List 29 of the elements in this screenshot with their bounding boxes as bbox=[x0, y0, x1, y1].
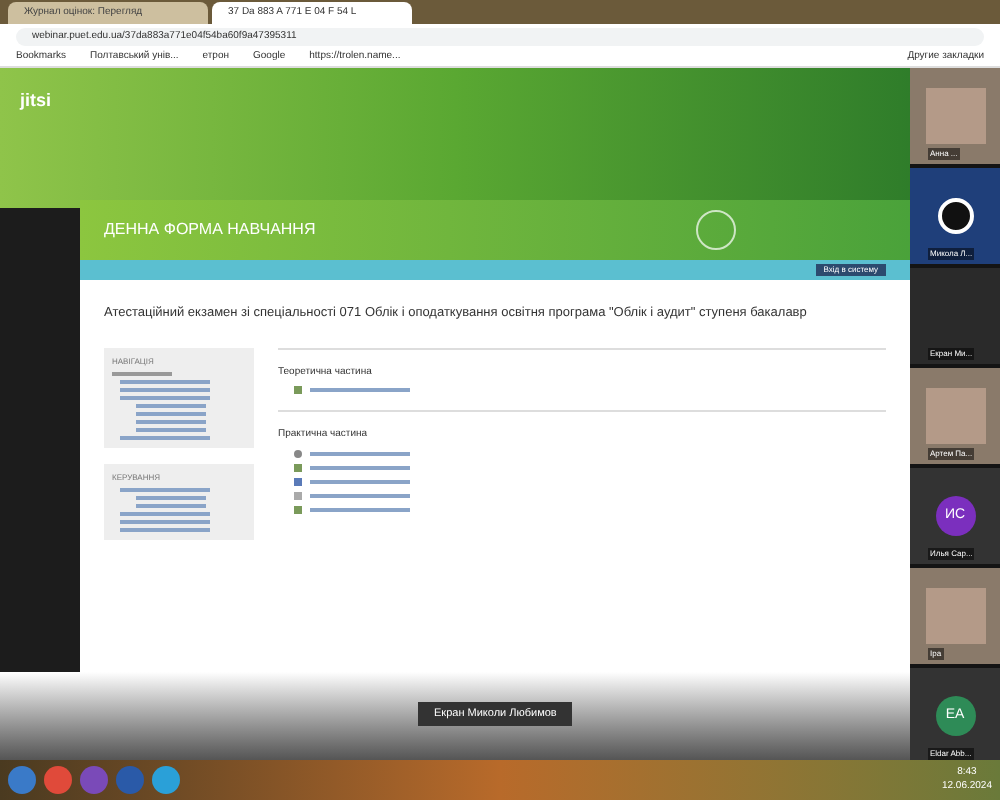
activity-link[interactable] bbox=[310, 451, 410, 456]
link-line[interactable] bbox=[136, 419, 206, 424]
link-line[interactable] bbox=[120, 487, 210, 492]
activity-link[interactable] bbox=[310, 507, 410, 512]
obs-logo-icon bbox=[937, 198, 973, 234]
link-line[interactable] bbox=[136, 403, 206, 408]
link-line[interactable] bbox=[136, 503, 206, 508]
link-line[interactable] bbox=[120, 519, 210, 524]
link-line[interactable] bbox=[120, 511, 210, 516]
link-line[interactable] bbox=[120, 395, 210, 400]
link-line[interactable] bbox=[120, 379, 210, 384]
link-line[interactable] bbox=[112, 371, 172, 376]
activity-link[interactable] bbox=[310, 388, 410, 393]
jitsi-logo: jitsi bbox=[20, 88, 52, 114]
activity-link[interactable] bbox=[310, 479, 410, 484]
photo-placeholder bbox=[925, 88, 985, 144]
activity-link[interactable] bbox=[310, 465, 410, 470]
photo-placeholder bbox=[925, 388, 985, 444]
banner-title: ДЕННА ФОРМА НАВЧАННЯ bbox=[104, 218, 316, 242]
activity-icon bbox=[294, 386, 302, 395]
emblem-icon bbox=[695, 210, 736, 250]
link-line[interactable] bbox=[136, 411, 206, 416]
link-line[interactable] bbox=[120, 527, 210, 532]
link-line[interactable] bbox=[136, 427, 206, 432]
link-line[interactable] bbox=[136, 495, 206, 500]
link-line[interactable] bbox=[120, 435, 210, 440]
photo-placeholder bbox=[925, 588, 985, 644]
activity-link[interactable] bbox=[310, 493, 410, 498]
link-line[interactable] bbox=[120, 387, 210, 392]
